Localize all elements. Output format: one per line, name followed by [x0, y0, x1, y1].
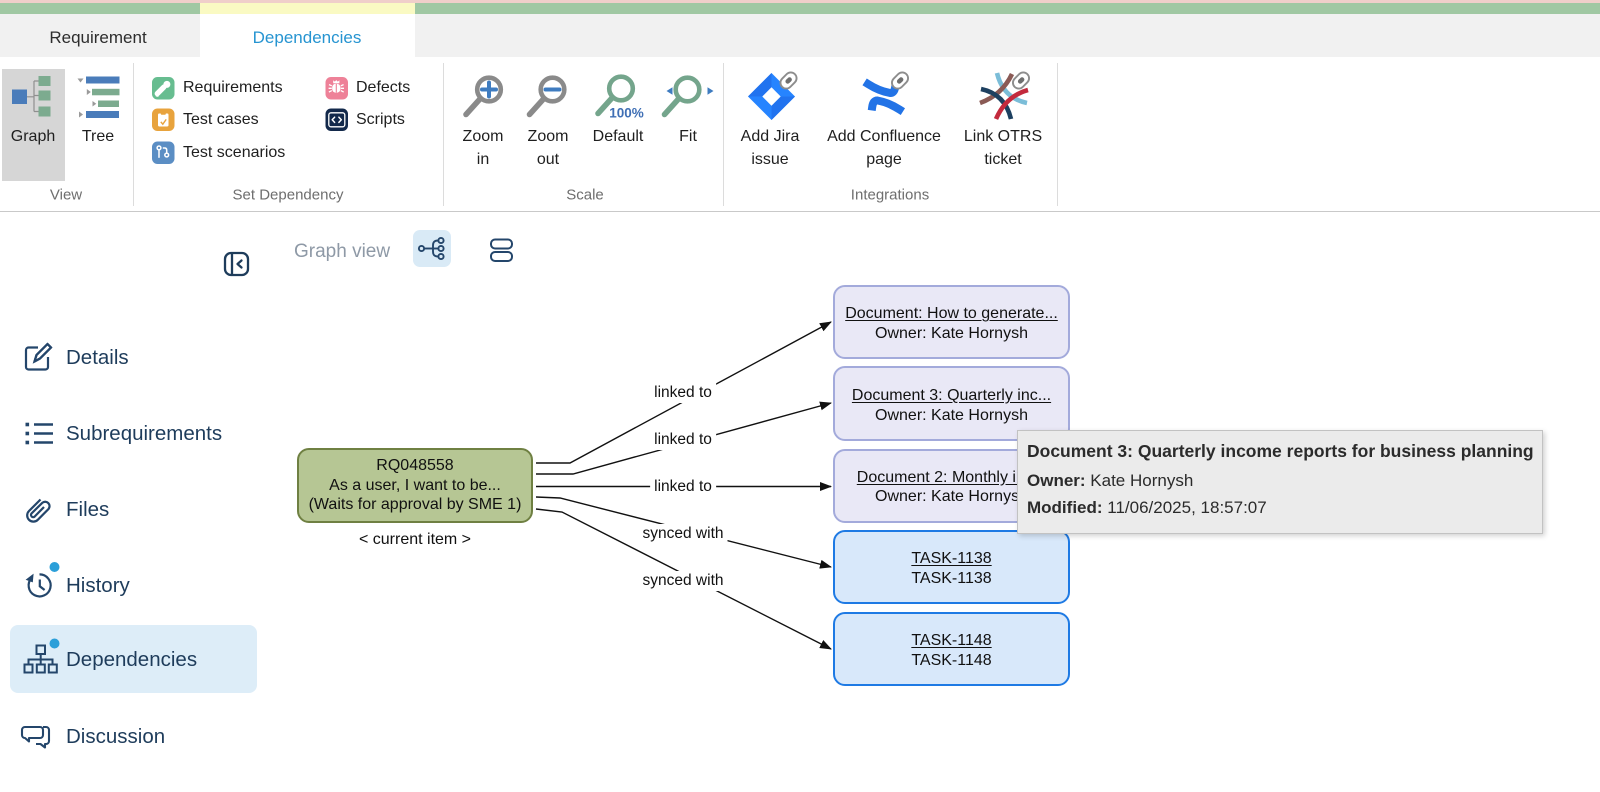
svg-text:100%: 100% — [609, 106, 644, 121]
